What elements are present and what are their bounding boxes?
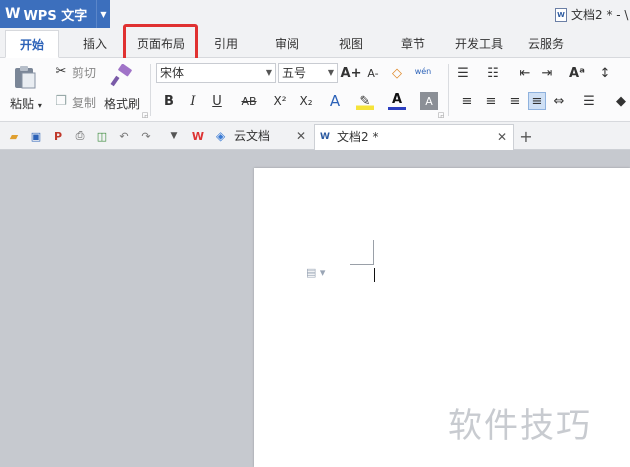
quick-access-toolbar: ▰ ▣ P ⎙ ◫ ↶ ↷ ▼ W ◈ 云文档 ✕ W 文档2 * ✕ + [0, 122, 630, 150]
increase-indent-icon[interactable]: ⇥ [538, 64, 556, 82]
format-painter-button[interactable]: 格式刷 [104, 95, 140, 112]
ribbon-tabs: 开始 插入 页面布局 引用 审阅 视图 章节 开发工具 云服务 [0, 30, 630, 58]
underline-button[interactable]: U [208, 92, 226, 110]
tab-developer[interactable]: 开发工具 [448, 30, 510, 58]
tab-references[interactable]: 引用 [205, 30, 247, 58]
app-menu-button[interactable]: W WPS 文字 ▼ [0, 0, 110, 28]
cut-button[interactable]: 剪切 [72, 64, 96, 81]
window-title-text: 文档2 * - \ [571, 8, 629, 22]
save-icon[interactable]: ▣ [28, 128, 44, 144]
superscript-button[interactable]: X² [270, 92, 290, 110]
doc-tab-label: 文档2 * [337, 130, 379, 144]
doc-tab-cloud[interactable]: ◈ 云文档 ✕ [212, 124, 312, 150]
preview-icon[interactable]: ◫ [94, 128, 110, 144]
shrink-font-button[interactable]: A- [364, 64, 382, 82]
doc-tab-label: 云文档 [234, 129, 271, 143]
paste-icon[interactable] [12, 64, 38, 93]
app-name: WPS 文字 [23, 8, 88, 24]
print-icon[interactable]: ⎙ [72, 128, 88, 144]
cut-icon[interactable]: ✂ [52, 62, 70, 80]
close-icon[interactable]: ✕ [296, 124, 306, 148]
bullets-icon[interactable]: ☰ [454, 64, 472, 82]
tab-page-layout[interactable]: 页面布局 [126, 30, 196, 58]
tab-home[interactable]: 开始 [5, 30, 59, 58]
copy-icon[interactable]: ❐ [52, 92, 70, 110]
font-color-button[interactable]: A [388, 92, 406, 110]
copy-button[interactable]: 复制 [72, 94, 96, 111]
undo-icon[interactable]: ↶ [116, 128, 132, 144]
italic-button[interactable]: I [184, 92, 202, 110]
align-center-icon[interactable]: ≡ [482, 92, 500, 110]
highlight-color-icon[interactable]: ✎ [356, 92, 374, 110]
tab-insert[interactable]: 插入 [70, 30, 120, 58]
app-menu-dropdown-icon[interactable]: ▼ [96, 0, 110, 28]
subscript-button[interactable]: X₂ [296, 92, 316, 110]
cloud-icon: ◈ [216, 129, 226, 143]
format-painter-icon[interactable] [110, 63, 134, 91]
margin-corner-mark [373, 240, 374, 264]
tab-review[interactable]: 审阅 [266, 30, 308, 58]
font-size-select[interactable]: 五号 ▼ [278, 63, 338, 83]
text-effect-button[interactable]: A [326, 92, 344, 110]
doc-tab-document[interactable]: W 文档2 * ✕ [314, 124, 514, 150]
tab-chapter[interactable]: 章节 [392, 30, 434, 58]
distributed-align-icon[interactable]: ⇔ [550, 92, 568, 110]
decrease-indent-icon[interactable]: ⇤ [516, 64, 534, 82]
strikethrough-button[interactable]: AB [238, 92, 260, 110]
font-family-select[interactable]: 宋体 ▼ [156, 63, 276, 83]
align-right-icon[interactable]: ≡ [506, 92, 524, 110]
paste-button[interactable]: 粘贴 ▾ [10, 95, 42, 112]
wps-logo-icon: W [5, 6, 20, 22]
change-case-icon[interactable]: Aᵃ [566, 64, 588, 82]
document-icon: W [320, 132, 330, 142]
line-spacing-icon[interactable]: ☰ [580, 92, 598, 110]
phonetic-guide-button[interactable]: wén [414, 62, 432, 80]
window-title: W 文档2 * - \ [555, 6, 628, 23]
justify-icon[interactable]: ≡ [528, 92, 546, 110]
new-tab-button[interactable]: + [518, 127, 534, 146]
tab-cloud-service[interactable]: 云服务 [522, 30, 570, 58]
pdf-icon[interactable]: P [50, 128, 66, 144]
text-cursor [374, 268, 375, 282]
title-bar: W WPS 文字 ▼ W 文档2 * - \ [0, 0, 630, 30]
redo-icon[interactable]: ↷ [138, 128, 154, 144]
close-icon[interactable]: ✕ [497, 125, 507, 149]
grow-font-button[interactable]: A+ [341, 64, 362, 82]
wps-icon[interactable]: W [190, 128, 206, 144]
watermark: 软件技巧 [448, 406, 592, 446]
paste-options-icon[interactable]: ▤ ▾ [306, 266, 325, 279]
customize-toolbar-icon[interactable]: ▼ [166, 128, 182, 144]
document-icon: W [555, 7, 567, 22]
open-icon[interactable]: ▰ [6, 128, 22, 144]
numbering-icon[interactable]: ☷ [484, 64, 502, 82]
bold-button[interactable]: B [160, 92, 178, 110]
ribbon-home: 粘贴 ▾ ✂ 剪切 ❐ 复制 格式刷 ◲ 宋体 ▼ 五号 ▼ A+ A- ◇ wén… [0, 58, 630, 122]
sort-icon[interactable]: ↕ [596, 64, 614, 82]
align-left-icon[interactable]: ≡ [458, 92, 476, 110]
margin-corner-mark [350, 264, 374, 265]
clear-format-icon[interactable]: ◇ [388, 64, 406, 82]
separator [448, 64, 449, 116]
shading-icon[interactable]: ◆ [612, 92, 630, 110]
separator [150, 64, 151, 116]
tab-view[interactable]: 视图 [330, 30, 372, 58]
